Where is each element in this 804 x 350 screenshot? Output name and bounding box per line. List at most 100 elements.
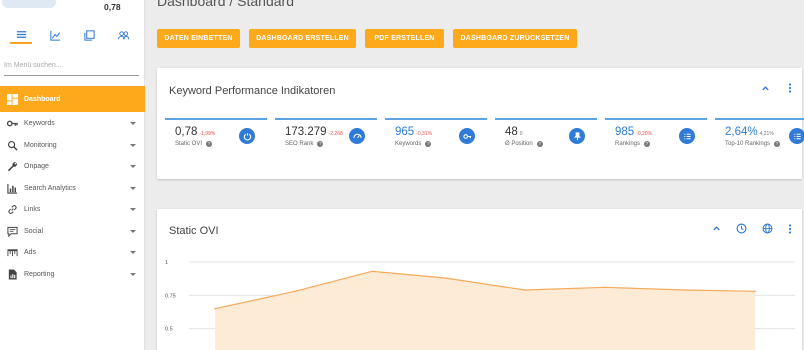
chart-icon[interactable] (44, 26, 66, 44)
data-point[interactable] (754, 290, 756, 293)
list-icon (679, 128, 695, 144)
help-icon[interactable]: ? (206, 141, 213, 147)
kpi-delta: 4,21% (759, 131, 774, 137)
data-point[interactable] (371, 270, 373, 273)
menu-icon[interactable] (10, 26, 33, 44)
help-icon[interactable]: ? (774, 141, 781, 147)
data-point[interactable] (444, 277, 446, 279)
list-icon (789, 128, 804, 144)
kpi-label: Ø Position? (505, 141, 543, 147)
sidebar-item-label: Ads (24, 249, 37, 257)
chevron-down-icon[interactable] (130, 250, 136, 256)
chevron-down-icon[interactable] (130, 207, 136, 213)
sidebar-item-label: Monitoring (24, 141, 57, 149)
kpi-value: 0,78 -1,99% (175, 126, 216, 138)
kpi-delta: -1,99% (199, 131, 216, 137)
y-tick-label: 0.75 (165, 293, 176, 299)
sidebar-item-ads[interactable]: Ads (0, 242, 145, 264)
logo (2, 0, 56, 8)
kpi-label: Static OVI? (175, 141, 213, 147)
sidebar-item-label: Reporting (24, 270, 55, 278)
sidebar-item-keywords[interactable]: Keywords (0, 113, 145, 135)
comment-icon (6, 225, 18, 237)
kpi-avg-position[interactable]: 48 0 Ø Position? (495, 118, 597, 160)
chart-card-title: Static OVI (169, 225, 219, 237)
clock-icon[interactable] (736, 223, 747, 234)
kpi-card-actions (761, 83, 792, 93)
embed-data-button[interactable]: DATEN EINBETTEN (157, 29, 240, 48)
sidebar-item-dashboard[interactable]: Dashboard (0, 86, 145, 112)
chevron-down-icon[interactable] (130, 272, 136, 278)
key-icon (6, 118, 18, 130)
report-icon (6, 268, 18, 280)
help-icon[interactable]: ? (317, 141, 324, 147)
link-icon (6, 204, 18, 216)
kpi-top10-rankings[interactable]: 2,64% 4,21% Top-10 Rankings? (715, 118, 804, 160)
page-title: Dashboard / Standard (157, 0, 294, 9)
collapse-icon[interactable] (761, 84, 770, 93)
data-point[interactable] (604, 286, 606, 289)
data-point[interactable] (524, 289, 526, 291)
create-dashboard-button[interactable]: DASHBOARD ERSTELLEN (249, 29, 356, 48)
kpi-value: 48 0 (505, 126, 523, 138)
chevron-down-icon[interactable] (130, 143, 136, 149)
data-point[interactable] (294, 290, 296, 293)
series-area (215, 271, 755, 350)
kpi-seo-rank[interactable]: 173.279 -2.268 SEO Rank? (275, 118, 377, 160)
collapse-icon[interactable] (712, 224, 721, 233)
wrench-icon (6, 161, 18, 173)
help-icon[interactable]: ? (644, 141, 651, 147)
sidebar-item-label: Links (24, 206, 41, 214)
more-options-icon[interactable] (788, 83, 792, 93)
chevron-down-icon[interactable] (130, 164, 136, 170)
data-point[interactable] (214, 307, 216, 310)
kpi-static-ovi[interactable]: 0,78 -1,99% Static OVI? (165, 118, 267, 160)
static-ovi-chart: 10.750.50.25 (165, 257, 795, 350)
kpi-delta: -2.268 (328, 131, 343, 137)
ads-icon (6, 247, 18, 259)
sidebar-item-social[interactable]: Social (0, 221, 145, 243)
search-icon (6, 139, 18, 151)
toolbar: DATEN EINBETTEN DASHBOARD ERSTELLEN PDF … (157, 29, 577, 48)
speed-icon (349, 128, 365, 144)
kpi-value: 2,64% 4,21% (725, 126, 774, 138)
menu-search-input[interactable]: Im Menü suchen... (4, 56, 139, 76)
data-point[interactable] (684, 289, 686, 291)
sidebar-item-label: Dashboard (24, 95, 61, 103)
kpi-value: 173.279 -2.268 (285, 126, 343, 138)
globe-icon[interactable] (762, 223, 773, 234)
kpi-label: SEO Rank? (285, 141, 324, 147)
sidebar-item-search-analytics[interactable]: Search Analytics (0, 178, 145, 200)
kpi-value: 985 -0,20% (615, 126, 653, 138)
help-icon[interactable]: ? (536, 141, 543, 147)
chevron-down-icon[interactable] (130, 229, 136, 235)
sidebar-item-label: Search Analytics (24, 184, 76, 192)
create-pdf-button[interactable]: PDF ERSTELLEN (365, 29, 444, 48)
kpi-value: 965 -0,31% (395, 126, 433, 138)
kpi-label: Rankings? (615, 141, 651, 147)
sidebar-item-label: Social (24, 227, 44, 235)
sidebar-item-label: Onpage (24, 163, 49, 171)
users-icon[interactable] (113, 26, 135, 44)
kpi-delta: -0,20% (636, 131, 653, 137)
kpi-delta: 0 (519, 131, 523, 137)
help-icon[interactable]: ? (425, 141, 432, 147)
reset-dashboard-button[interactable]: DASHBOARD ZURÜCKSETZEN (453, 29, 577, 48)
copy-icon[interactable] (79, 26, 101, 44)
sidebar-item-reporting[interactable]: Reporting (0, 264, 145, 286)
kpi-list: 0,78 -1,99% Static OVI? 173.279 -2.268 SEO… (165, 118, 804, 160)
kpi-keywords[interactable]: 965 -0,31% Keywords? (385, 118, 487, 160)
sidebar-item-onpage[interactable]: Onpage (0, 156, 145, 178)
chart-card: Static OVI 10.750.50.25 (157, 209, 802, 350)
chart-svg: 10.750.50.25 (165, 260, 795, 350)
more-options-icon[interactable] (788, 223, 792, 234)
bar-chart-icon (6, 182, 18, 194)
chevron-down-icon[interactable] (130, 121, 136, 127)
kpi-rankings[interactable]: 985 -0,20% Rankings? (605, 118, 707, 160)
sidebar-item-monitoring[interactable]: Monitoring (0, 135, 145, 157)
chevron-down-icon[interactable] (130, 186, 136, 192)
sidebar-item-label: Keywords (24, 120, 55, 128)
dashboard-icon (6, 93, 18, 105)
gauge-icon (239, 128, 255, 144)
sidebar-item-links[interactable]: Links (0, 199, 145, 221)
